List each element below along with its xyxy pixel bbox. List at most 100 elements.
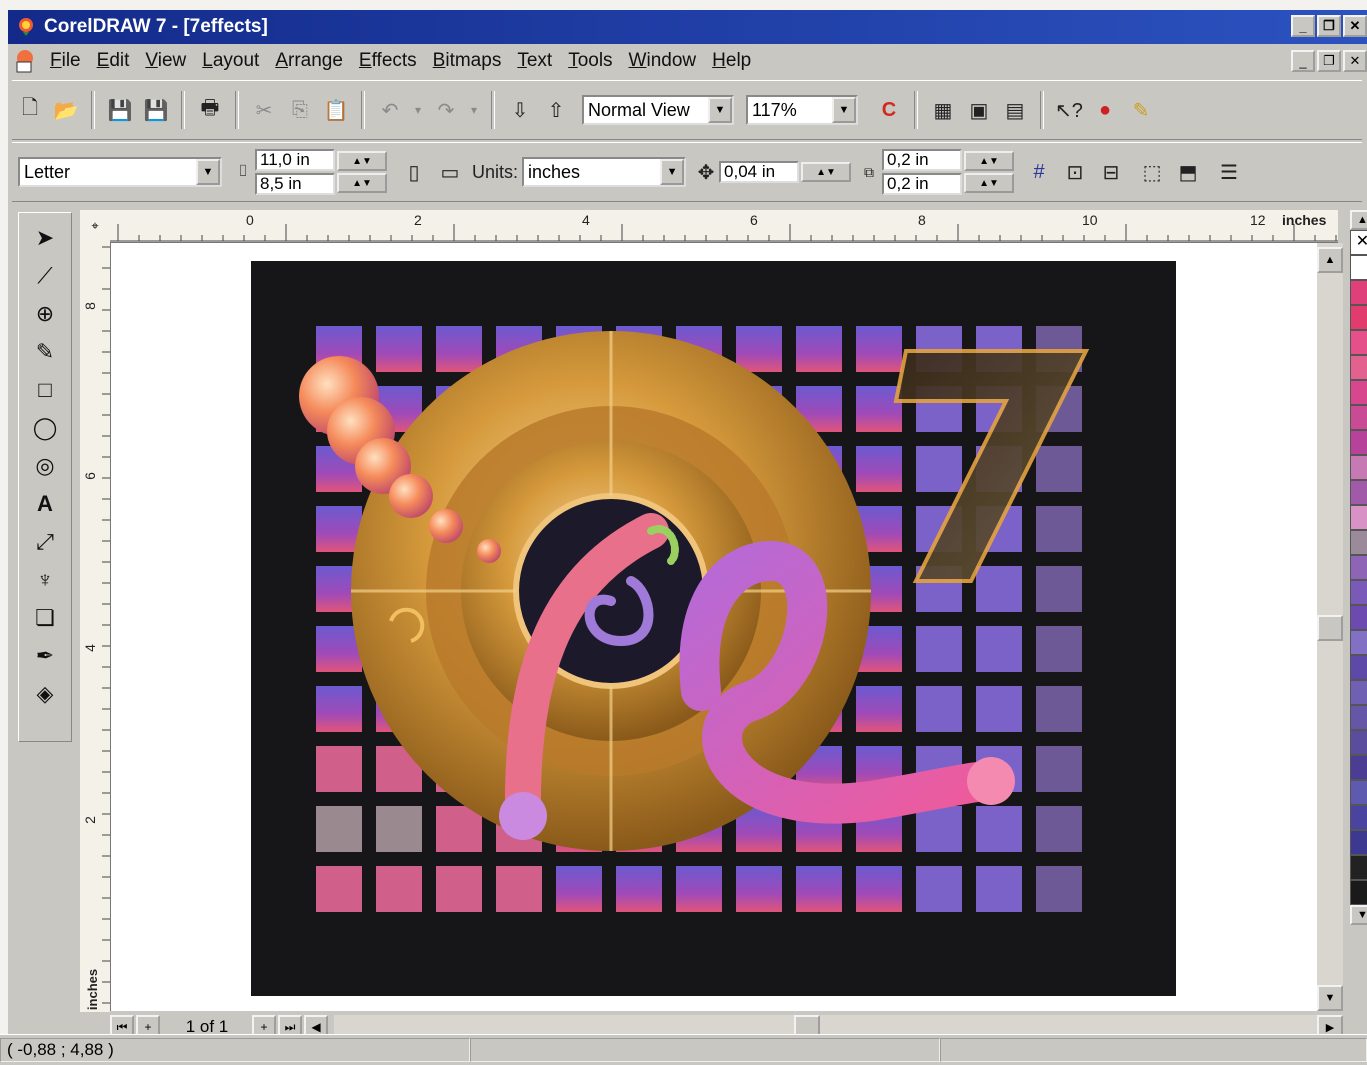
doc-restore-button[interactable]: ❐ (1317, 50, 1341, 72)
duplicate-y-field[interactable]: 0,2 in (882, 173, 963, 195)
nudge-field[interactable]: 0,04 in (719, 161, 800, 183)
menu-help[interactable]: Help (712, 50, 751, 72)
color-swatch[interactable] (1350, 855, 1367, 880)
ruler-origin-icon[interactable]: ⌖ (80, 210, 111, 243)
color-swatch[interactable] (1350, 880, 1367, 905)
color-swatch[interactable] (1350, 380, 1367, 405)
cut-icon[interactable]: ✂ (247, 93, 281, 127)
rectangle-tool-icon[interactable]: □ (26, 371, 64, 409)
freehand-tool-icon[interactable]: ✎ (26, 333, 64, 371)
vertical-scrollbar[interactable]: ▲ ▼ (1317, 243, 1343, 1011)
menu-edit[interactable]: Edit (97, 50, 130, 72)
scrapbook-icon[interactable]: ▣ (962, 93, 996, 127)
text-tool-icon[interactable]: A (26, 485, 64, 523)
color-swatch[interactable] (1350, 330, 1367, 355)
color-swatch[interactable] (1350, 405, 1367, 430)
paper-size-select[interactable]: Letter ▼ (18, 157, 222, 187)
doc-minimize-button[interactable]: _ (1291, 50, 1315, 72)
open-folder-icon[interactable]: 📂 (49, 93, 83, 127)
color-swatch[interactable] (1350, 530, 1367, 555)
menu-text[interactable]: Text (517, 50, 552, 72)
export-icon[interactable]: ⇧ (539, 93, 573, 127)
new-document-icon[interactable]: 🗋 (13, 93, 47, 127)
chevron-down-icon[interactable]: ▼ (708, 97, 732, 123)
paste-icon[interactable]: 📋 (319, 93, 353, 127)
zoom-tool-icon[interactable]: ⊕ (26, 295, 64, 333)
color-swatch[interactable] (1350, 280, 1367, 305)
menu-arrange[interactable]: Arrange (275, 50, 343, 72)
draw-objects-icon[interactable]: ⬒ (1171, 155, 1205, 189)
shape-tool-icon[interactable]: ⟋ (26, 257, 64, 295)
portrait-icon[interactable]: ▯ (397, 155, 431, 189)
menu-bitmaps[interactable]: Bitmaps (433, 50, 502, 72)
palette-scroll-down-icon[interactable]: ▼ (1350, 905, 1367, 925)
scroll-up-icon[interactable]: ▲ (1317, 247, 1343, 273)
nudge-spinner[interactable]: ▲▼ (801, 162, 852, 182)
duplicate-x-field[interactable]: 0,2 in (882, 149, 963, 171)
units-select[interactable]: inches ▼ (522, 157, 687, 187)
corel-launcher-icon[interactable]: C (872, 93, 906, 127)
tutor-apple-icon[interactable]: ● (1088, 93, 1122, 127)
width-spinner[interactable]: ▲▼ (337, 151, 387, 171)
vertical-ruler[interactable]: 8 6 4 2 inches (80, 242, 111, 1012)
no-color-swatch[interactable]: ✕ (1350, 230, 1367, 255)
duplicate-x-spinner[interactable]: ▲▼ (964, 151, 1015, 171)
color-swatch[interactable] (1350, 455, 1367, 480)
treat-as-filled-icon[interactable]: ⬚ (1135, 155, 1169, 189)
chevron-down-icon[interactable]: ▼ (832, 97, 856, 123)
color-swatch[interactable] (1350, 780, 1367, 805)
page-width-field[interactable]: 11,0 in (255, 149, 335, 171)
import-icon[interactable]: ⇩ (503, 93, 537, 127)
scroll-thumb[interactable] (1317, 615, 1343, 641)
menu-file[interactable]: File (50, 50, 81, 72)
polygon-tool-icon[interactable]: ◎ (26, 447, 64, 485)
script-icon[interactable]: ▤ (998, 93, 1032, 127)
view-mode-select[interactable]: Normal View ▼ (582, 95, 734, 125)
print-icon[interactable]: 🖶 (193, 93, 227, 127)
snap-to-grid-icon[interactable]: # (1022, 155, 1056, 189)
menu-window[interactable]: Window (629, 50, 697, 72)
save-all-icon[interactable]: 💾 (139, 93, 173, 127)
zoom-select[interactable]: 117% ▼ (746, 95, 858, 125)
outline-tool-icon[interactable]: ✒ (26, 637, 64, 675)
redo-icon[interactable]: ↷ (429, 93, 463, 127)
color-swatch[interactable] (1350, 805, 1367, 830)
snap-to-guidelines-icon[interactable]: ⊡ (1058, 155, 1092, 189)
color-swatch[interactable] (1350, 305, 1367, 330)
maximize-button[interactable]: ❐ (1317, 15, 1341, 37)
docker-icon[interactable]: ▦ (926, 93, 960, 127)
menu-effects[interactable]: Effects (359, 50, 417, 72)
scroll-down-icon[interactable]: ▼ (1317, 985, 1343, 1011)
snap-to-objects-icon[interactable]: ⊟ (1094, 155, 1128, 189)
interactive-blend-tool-icon[interactable]: ❏ (26, 599, 64, 637)
color-swatch[interactable] (1350, 705, 1367, 730)
options-icon[interactable]: ☰ (1212, 155, 1246, 189)
pick-tool-icon[interactable]: ➤ (26, 219, 64, 257)
color-swatch[interactable] (1350, 630, 1367, 655)
height-spinner[interactable]: ▲▼ (337, 173, 387, 193)
artwork[interactable]: 7 (251, 261, 1176, 996)
page-height-field[interactable]: 8,5 in (255, 173, 335, 195)
redo-list-icon[interactable]: ▾ (465, 93, 483, 127)
color-swatch[interactable] (1350, 430, 1367, 455)
color-swatch[interactable] (1350, 730, 1367, 755)
horizontal-ruler[interactable]: 0 2 4 6 8 10 12 inches (110, 210, 1338, 243)
landscape-icon[interactable]: ▭ (433, 155, 467, 189)
document-icon[interactable] (12, 48, 38, 74)
color-swatch[interactable] (1350, 655, 1367, 680)
color-swatch[interactable] (1350, 605, 1367, 630)
palette-scroll-up-icon[interactable]: ▲ (1350, 210, 1367, 230)
chevron-down-icon[interactable]: ▼ (196, 159, 220, 185)
color-swatch[interactable] (1350, 680, 1367, 705)
color-swatch[interactable] (1350, 830, 1367, 855)
color-swatch[interactable] (1350, 505, 1367, 530)
drawing-canvas[interactable]: 7 (111, 243, 1317, 1011)
color-swatch[interactable] (1350, 555, 1367, 580)
minimize-button[interactable]: _ (1291, 15, 1315, 37)
chevron-down-icon[interactable]: ▼ (660, 159, 685, 185)
interactive-fill-tool-icon[interactable]: ⤢ (26, 523, 64, 561)
duplicate-y-spinner[interactable]: ▲▼ (964, 173, 1015, 193)
close-button[interactable]: ✕ (1343, 15, 1367, 37)
color-swatch[interactable] (1350, 355, 1367, 380)
menu-tools[interactable]: Tools (568, 50, 612, 72)
